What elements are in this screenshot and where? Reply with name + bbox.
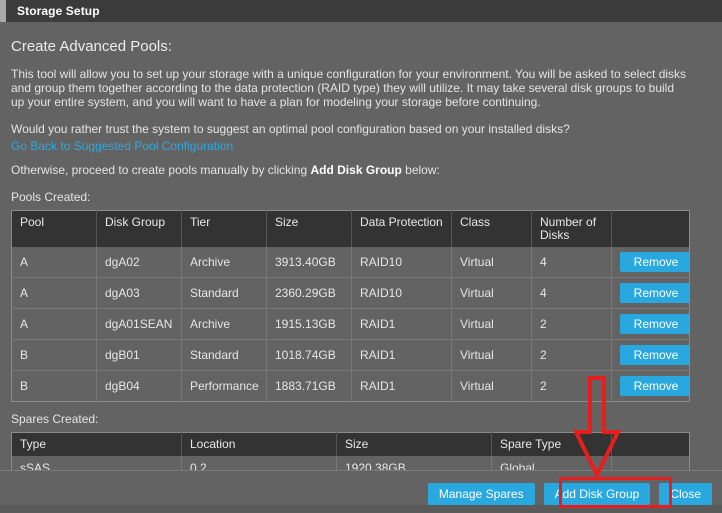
cell-disk-group: dgA03 (96, 277, 182, 309)
cell-tier: Archive (181, 247, 267, 278)
cell-data-protection: RAID1 (351, 308, 452, 340)
cell-number-of-disks: 2 (531, 370, 612, 402)
spares-col-type: Type (11, 432, 182, 456)
cell-number-of-disks: 4 (531, 277, 612, 309)
spares-table-header-row: Type Location Size Spare Type (11, 432, 690, 456)
window-titlebar: Storage Setup (0, 0, 722, 22)
otherwise-prefix-text: Otherwise, proceed to create pools manua… (11, 163, 311, 177)
otherwise-paragraph: Otherwise, proceed to create pools manua… (11, 163, 687, 177)
table-row: B dgB04 Performance 1883.71GB RAID1 Virt… (11, 370, 690, 402)
table-row: B dgB01 Standard 1018.74GB RAID1 Virtual… (11, 339, 690, 371)
remove-button[interactable]: Remove (620, 314, 690, 334)
spares-col-empty (611, 432, 690, 456)
cell-class: Virtual (451, 308, 532, 340)
pools-col-class: Class (451, 210, 532, 247)
cell-pool: A (11, 277, 97, 309)
remove-button[interactable]: Remove (620, 376, 690, 396)
cell-class: Virtual (451, 247, 532, 278)
cell-disk-group: dgA01SEAN (96, 308, 182, 340)
remove-button[interactable]: Remove (620, 252, 690, 272)
pools-col-size: Size (266, 210, 352, 247)
cell-size: 1018.74GB (266, 339, 352, 371)
cell-tier: Standard (181, 277, 267, 309)
cell-disk-group: dgB04 (96, 370, 182, 402)
cell-number-of-disks: 4 (531, 247, 612, 278)
pools-col-pool: Pool (11, 210, 97, 247)
cell-data-protection: RAID1 (351, 339, 452, 371)
spares-col-size: Size (336, 432, 492, 456)
add-disk-group-button[interactable]: Add Disk Group (543, 483, 651, 505)
otherwise-suffix-text: below: (401, 163, 440, 177)
table-row: A dgA02 Archive 3913.40GB RAID10 Virtual… (11, 247, 690, 278)
table-row: A dgA03 Standard 2360.29GB RAID10 Virtua… (11, 277, 690, 309)
footer-button-row: Manage Spares Add Disk Group Close (427, 483, 712, 505)
cell-class: Virtual (451, 339, 532, 371)
cell-size: 1915.13GB (266, 308, 352, 340)
pools-created-label: Pools Created: (11, 190, 91, 204)
spares-col-spare-type: Spare Type (491, 432, 612, 456)
cell-size: 3913.40GB (266, 247, 352, 278)
cell-tier: Standard (181, 339, 267, 371)
cell-tier: Archive (181, 308, 267, 340)
pools-col-actions (611, 210, 690, 247)
remove-button[interactable]: Remove (620, 283, 690, 303)
pools-col-data-protection: Data Protection (351, 210, 452, 247)
cell-action: Remove (611, 277, 690, 309)
question-paragraph: Would you rather trust the system to sug… (11, 122, 570, 136)
cell-pool: B (11, 370, 97, 402)
cell-number-of-disks: 2 (531, 339, 612, 371)
cell-size: 1883.71GB (266, 370, 352, 402)
cell-action: Remove (611, 247, 690, 278)
cell-class: Virtual (451, 277, 532, 309)
page-title: Create Advanced Pools: (11, 38, 172, 55)
otherwise-bold-text: Add Disk Group (310, 163, 402, 177)
cell-action: Remove (611, 370, 690, 402)
remove-button[interactable]: Remove (620, 345, 690, 365)
cell-data-protection: RAID1 (351, 370, 452, 402)
close-button[interactable]: Close (659, 483, 712, 505)
cell-action: Remove (611, 308, 690, 340)
main-content: Create Advanced Pools: This tool will al… (0, 38, 722, 513)
bottom-strip (0, 505, 722, 513)
cell-data-protection: RAID10 (351, 277, 452, 309)
cell-pool: A (11, 308, 97, 340)
cell-data-protection: RAID10 (351, 247, 452, 278)
cell-pool: B (11, 339, 97, 371)
cell-disk-group: dgB01 (96, 339, 182, 371)
pools-col-number-of-disks: Number of Disks (531, 210, 612, 247)
cell-number-of-disks: 2 (531, 308, 612, 340)
table-row: A dgA01SEAN Archive 1915.13GB RAID1 Virt… (11, 308, 690, 340)
spares-col-location: Location (181, 432, 337, 456)
pools-created-table: Pool Disk Group Tier Size Data Protectio… (11, 210, 690, 402)
pools-col-disk-group: Disk Group (96, 210, 182, 247)
cell-class: Virtual (451, 370, 532, 402)
pools-col-tier: Tier (181, 210, 267, 247)
window-title: Storage Setup (17, 4, 100, 18)
spares-created-label: Spares Created: (11, 412, 99, 426)
cell-tier: Performance (181, 370, 267, 402)
pools-table-header-row: Pool Disk Group Tier Size Data Protectio… (11, 210, 690, 247)
cell-size: 2360.29GB (266, 277, 352, 309)
go-back-suggested-pool-link[interactable]: Go Back to Suggested Pool Configuration (11, 139, 233, 153)
cell-action: Remove (611, 339, 690, 371)
intro-paragraph: This tool will allow you to set up your … (11, 67, 687, 109)
cell-disk-group: dgA02 (96, 247, 182, 278)
manage-spares-button[interactable]: Manage Spares (427, 483, 535, 505)
cell-pool: A (11, 247, 97, 278)
